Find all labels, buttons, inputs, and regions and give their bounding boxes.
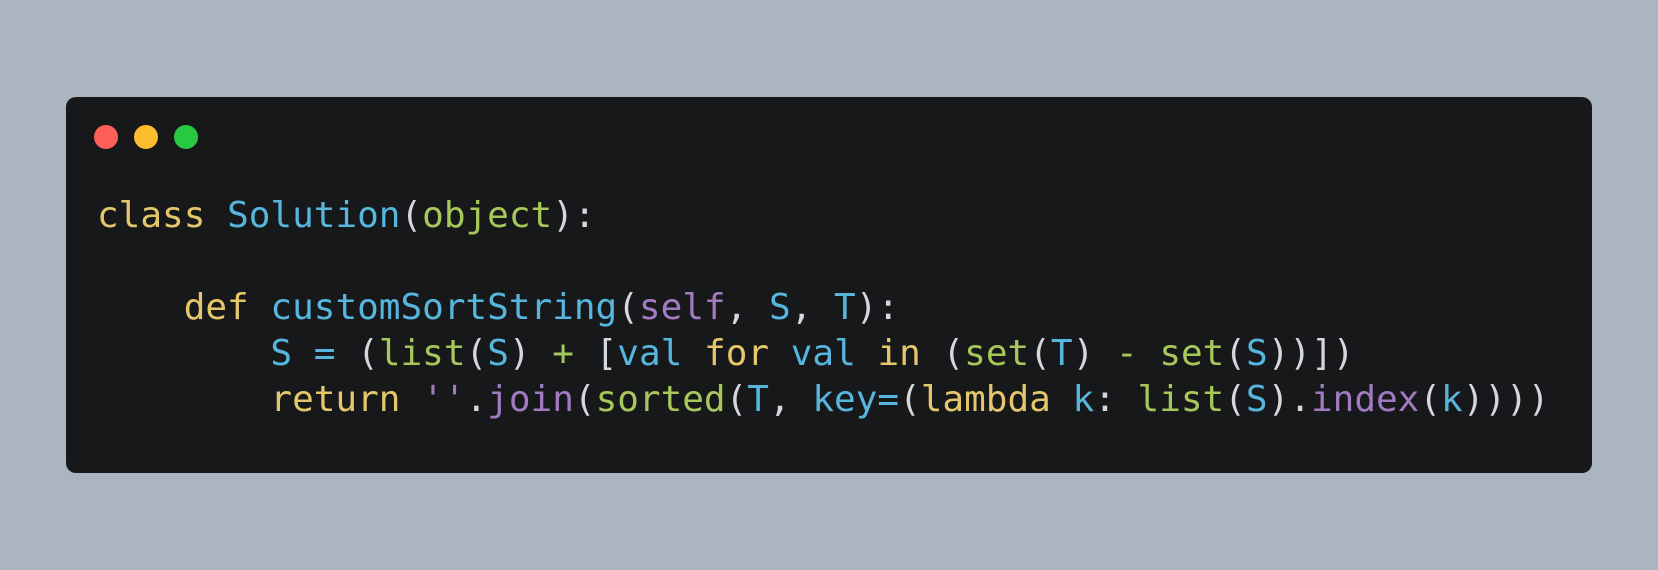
code-token-builtin: sorted [595,379,726,420]
code-token-punctuation [97,333,270,374]
code-token-variable: T [747,379,769,420]
code-token-self: index [1310,379,1420,420]
code-token-keyword: return [270,379,401,420]
code-token-punctuation [1138,333,1160,374]
code-token-punctuation: ) [1072,333,1116,374]
code-token-punctuation: ( [465,333,488,374]
code-token-punctuation: ( [617,287,639,328]
code-token-punctuation: , [725,287,769,328]
code-token-keyword: def [183,287,249,328]
code-token-builtin: set [964,333,1030,374]
code-token-punctuation: , [790,287,834,328]
code-token-operator: - [1115,333,1138,374]
code-token-punctuation: [ [573,333,618,374]
code-token-punctuation [1051,379,1073,420]
code-token-punctuation [292,333,314,374]
code-token-punctuation: : [1094,379,1138,420]
code-token-variable: S [270,333,293,374]
code-token-variable: = [877,379,900,420]
code-token-punctuation: ( [1419,379,1442,420]
code-token-builtin: object [422,195,553,236]
code-token-variable: key [812,379,878,420]
code-token-punctuation: ))]) [1267,333,1355,374]
code-token-builtin: set [1159,333,1225,374]
code-token-keyword: in [877,333,921,374]
code-token-variable: val [790,333,856,374]
code-token-punctuation: , [768,379,813,420]
code-block: class Solution(object): def customSortSt… [97,193,1549,423]
code-token-variable: = [313,333,336,374]
code-token-punctuation: ( [1224,379,1246,420]
code-token-punctuation: ( [335,333,379,374]
code-token-function-name: customSortString [270,287,618,328]
code-window: class Solution(object): def customSortSt… [66,97,1592,473]
code-token-variable: k [1441,379,1463,420]
code-token-punctuation [97,379,270,420]
code-token-keyword: class [97,195,206,236]
maximize-window-dot-icon[interactable] [174,125,198,149]
code-token-punctuation: ( [1224,333,1247,374]
code-token-builtin: list [1137,379,1225,420]
code-token-punctuation: ( [920,333,965,374]
code-token-punctuation: ( [725,379,748,420]
code-token-variable: S [487,333,509,374]
code-token-punctuation [682,333,704,374]
code-token-punctuation [249,287,271,328]
code-token-variable: S [1245,379,1268,420]
code-token-punctuation [97,287,184,328]
code-token-punctuation: ) [508,333,553,374]
code-token-punctuation [400,379,422,420]
code-token-self: join [487,379,574,420]
code-token-punctuation: . [465,379,488,420]
code-token-self: self [638,287,726,328]
code-line: S = (list(S) + [val for val in (set(T) -… [97,331,1549,377]
code-token-punctuation: ): [855,287,900,328]
code-token-variable: S [1246,333,1268,374]
code-token-punctuation [769,333,791,374]
code-token-punctuation: ( [400,195,423,236]
code-token-variable: T [834,287,856,328]
minimize-window-dot-icon[interactable] [134,125,158,149]
code-line: class Solution(object): [97,193,1549,239]
code-token-builtin: list [378,333,466,374]
code-line: return ''.join(sorted(T, key=(lambda k: … [97,377,1549,423]
code-token-operator: + [552,333,574,374]
code-token-punctuation: ). [1267,379,1311,420]
code-token-punctuation [856,333,878,374]
code-token-keyword: for [704,333,770,374]
code-token-variable: k [1072,379,1095,420]
code-token-punctuation: ( [1029,333,1051,374]
page-background: { "theme": { "background": "#abb5bf", "w… [0,0,1658,570]
code-token-string: '' [422,379,466,420]
code-token-class-name: Solution [227,195,401,236]
code-token-punctuation: ( [899,379,921,420]
code-token-punctuation: ): [552,195,596,236]
code-token-variable: T [1050,333,1073,374]
code-token-variable: S [768,287,791,328]
code-token-punctuation [205,195,227,236]
code-token-punctuation: )))) [1462,379,1550,420]
code-line: def customSortString(self, S, T): [97,285,1549,331]
close-window-dot-icon[interactable] [94,125,118,149]
code-token-punctuation: ( [573,379,596,420]
code-token-keyword: lambda [920,379,1051,420]
code-token-variable: val [617,333,683,374]
